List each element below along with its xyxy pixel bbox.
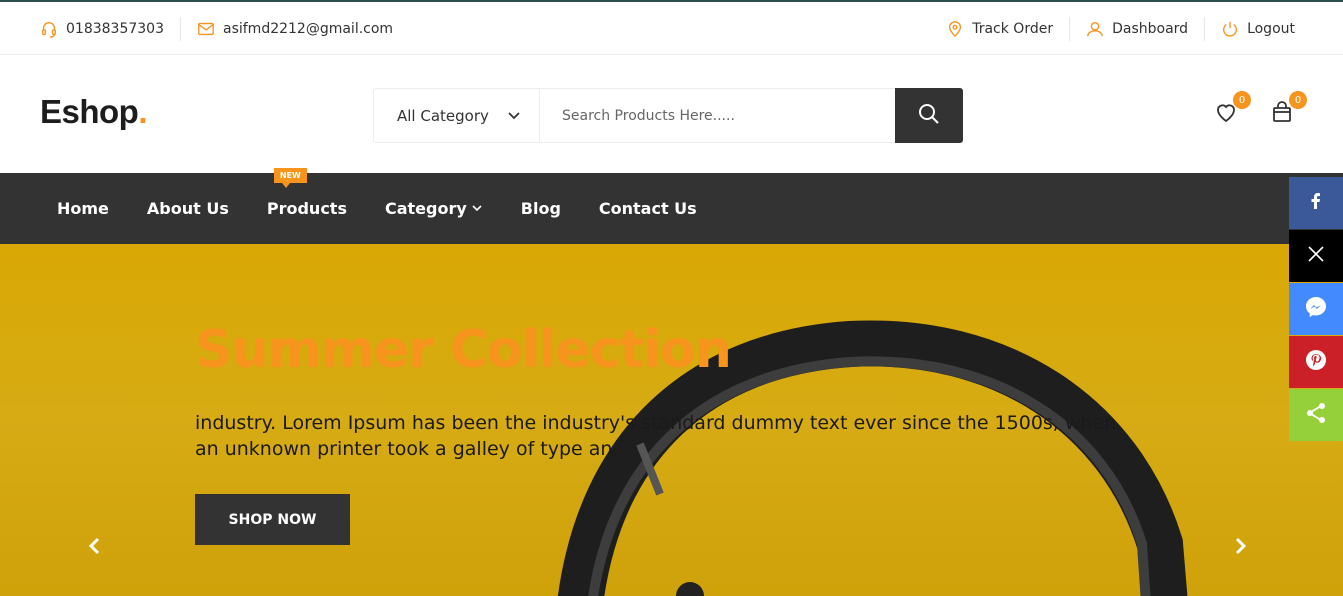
hero-description: industry. Lorem Ipsum has been the indus… (195, 412, 1117, 460)
facebook-share-button[interactable] (1289, 177, 1343, 229)
divider (1204, 16, 1206, 41)
shop-now-button[interactable]: SHOP NOW (195, 494, 350, 545)
wishlist-count-badge: 0 (1233, 91, 1251, 109)
search-input[interactable] (540, 89, 895, 142)
pinterest-share-button[interactable] (1289, 336, 1343, 388)
category-select[interactable]: All Category (374, 89, 540, 142)
divider (179, 16, 181, 41)
envelope-icon (197, 20, 215, 38)
nav-about-us[interactable]: About Us (147, 199, 229, 218)
map-pin-icon (946, 20, 964, 38)
nav-category[interactable]: Category (385, 199, 483, 218)
main-nav: Home About Us NEW Products Category Blog… (0, 168, 1343, 244)
facebook-icon (1306, 191, 1326, 215)
wishlist-button[interactable]: 0 (1213, 91, 1251, 127)
chevron-left-icon[interactable] (85, 536, 105, 556)
cart-button[interactable]: 0 (1269, 91, 1307, 127)
track-order-link[interactable]: Track Order (946, 20, 1053, 38)
share-button[interactable] (1289, 389, 1343, 441)
nav-home[interactable]: Home (57, 199, 109, 218)
cart-count-badge: 0 (1289, 91, 1307, 109)
nav-products[interactable]: NEW Products (266, 168, 347, 218)
header-icons: 0 0 (1213, 91, 1307, 127)
track-order-label: Track Order (972, 20, 1054, 37)
hero-title: Summer Collection (195, 320, 732, 380)
messenger-share-button[interactable] (1289, 283, 1343, 335)
search-icon (918, 103, 940, 129)
nav-blog-label: Blog (520, 199, 561, 218)
phone-number: 01838357303 (66, 20, 164, 37)
logo-text: Eshop (40, 93, 139, 130)
headset-icon (40, 20, 58, 38)
x-share-button[interactable] (1289, 230, 1343, 282)
chevron-down-icon (471, 199, 483, 218)
phone-item: 01838357303 (40, 20, 164, 38)
contact-info: 01838357303 asifmd2212@gmail.com (40, 2, 393, 55)
social-share-bar (1289, 177, 1343, 442)
account-links: Track Order Dashboard Logout (946, 2, 1295, 55)
nav-contact-us-label: Contact Us (598, 199, 697, 218)
x-icon (1306, 244, 1326, 268)
header: Eshop. All Category 0 0 (0, 55, 1343, 173)
nav-about-us-label: About Us (146, 199, 229, 218)
user-icon (1086, 20, 1104, 38)
top-bar: 01838357303 asifmd2212@gmail.com Track O… (0, 0, 1343, 55)
dashboard-label: Dashboard (1112, 20, 1189, 37)
nav-category-label: Category (384, 199, 467, 218)
site-logo[interactable]: Eshop. (40, 93, 147, 131)
divider (1069, 16, 1071, 41)
nav-home-label: Home (57, 199, 109, 218)
search-bar: All Category (373, 88, 963, 143)
new-badge: NEW (273, 168, 307, 188)
nav-products-label: Products (266, 199, 347, 218)
nav-blog[interactable]: Blog (521, 199, 561, 218)
logo-dot: . (138, 93, 148, 130)
chevron-down-icon (507, 109, 521, 127)
email-item: asifmd2212@gmail.com (197, 20, 393, 38)
logout-label: Logout (1247, 20, 1295, 37)
search-button[interactable] (895, 88, 963, 143)
pinterest-icon (1304, 348, 1328, 376)
messenger-icon (1304, 295, 1328, 323)
hero-slider: Summer Collection industry. Lorem Ipsum … (0, 244, 1343, 596)
dashboard-link[interactable]: Dashboard (1086, 20, 1188, 38)
category-select-value: All Category (397, 106, 489, 125)
power-icon (1221, 20, 1239, 38)
logout-link[interactable]: Logout (1221, 20, 1295, 38)
share-icon (1305, 402, 1327, 428)
nav-contact-us[interactable]: Contact Us (599, 199, 697, 218)
email-address: asifmd2212@gmail.com (222, 20, 394, 37)
chevron-right-icon[interactable] (1230, 536, 1250, 556)
